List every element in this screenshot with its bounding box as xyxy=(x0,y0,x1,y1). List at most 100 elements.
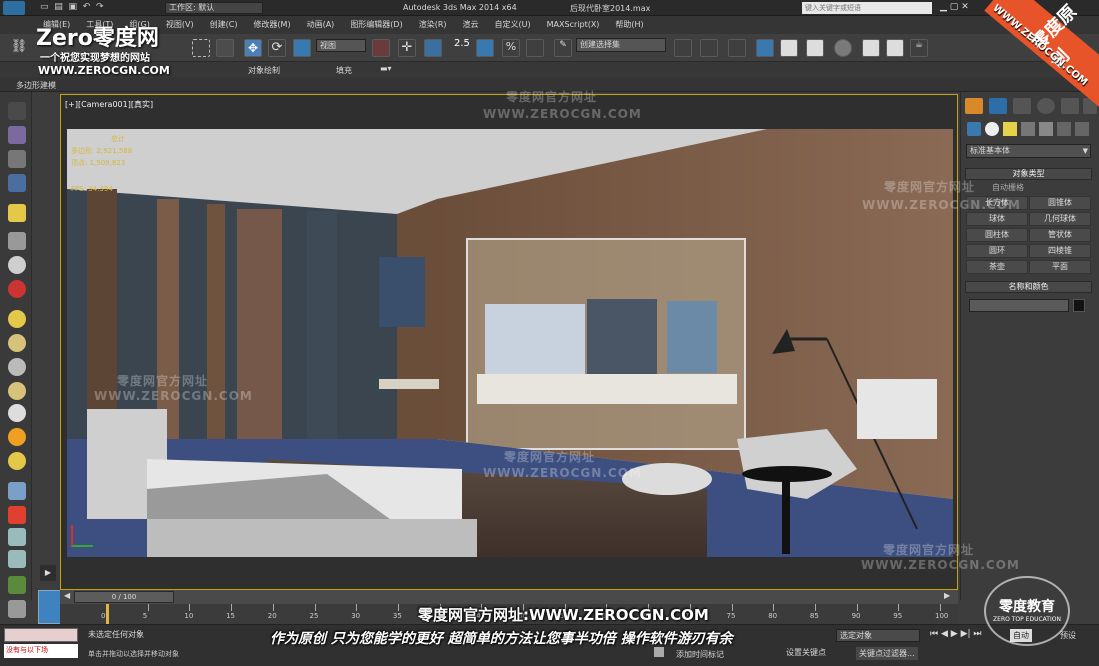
named-selection-dropdown[interactable]: 创建选择集 xyxy=(576,38,666,52)
object-type-rollout-header[interactable]: 对象类型 xyxy=(965,168,1092,180)
select-rotate-icon[interactable]: ⟳ xyxy=(268,39,286,57)
menu-item-10[interactable]: 自定义(U) xyxy=(487,17,539,32)
camera-viewport[interactable]: [+][Camera001][真实] 总计 多边形: 2,921,588 顶点:… xyxy=(60,94,958,590)
molecule-icon[interactable] xyxy=(8,528,26,546)
menu-item-9[interactable]: 渲云 xyxy=(455,17,487,32)
primitive-button-2[interactable]: 球体 xyxy=(966,212,1028,226)
crown-icon[interactable] xyxy=(8,382,26,400)
layer-manager-icon[interactable] xyxy=(728,39,746,57)
primitive-button-1[interactable]: 圆锥体 xyxy=(1029,196,1091,210)
primitive-button-6[interactable]: 圆环 xyxy=(966,244,1028,258)
lights-category-icon[interactable] xyxy=(1003,122,1017,136)
plant-icon[interactable] xyxy=(8,576,26,594)
ribbon-toggle-icon[interactable]: ▬▾ xyxy=(380,64,392,73)
select-link-icon[interactable]: ⛓ xyxy=(10,39,28,57)
name-color-rollout-header[interactable]: 名称和颜色 xyxy=(965,281,1092,293)
snap-toggle-icon[interactable] xyxy=(476,39,494,57)
save-file-icon[interactable]: ▣ xyxy=(69,2,78,12)
select-move-icon[interactable]: ✥ xyxy=(244,39,262,57)
close-icon[interactable]: ✕ xyxy=(961,2,969,12)
shader-ball-icon[interactable] xyxy=(8,358,26,376)
render-setup-icon[interactable] xyxy=(862,39,880,57)
menu-item-4[interactable]: 创建(C) xyxy=(202,17,246,32)
render-frame-icon[interactable] xyxy=(886,39,904,57)
primitive-button-9[interactable]: 平面 xyxy=(1029,260,1091,274)
play-icon[interactable]: ▶ xyxy=(951,629,958,639)
camera-icon[interactable] xyxy=(8,232,26,250)
select-scale-icon[interactable] xyxy=(293,39,311,57)
new-file-icon[interactable]: ▭ xyxy=(40,2,49,12)
menu-item-7[interactable]: 图形编辑器(D) xyxy=(342,17,410,32)
box-icon[interactable] xyxy=(8,310,26,328)
add-time-tag[interactable]: 添加时间标记 xyxy=(676,649,724,660)
undo-icon[interactable]: ↶ xyxy=(83,2,91,12)
lock-selection-icon[interactable] xyxy=(654,647,664,657)
time-configuration-button[interactable]: 预设 xyxy=(1060,630,1076,641)
time-slider-next-icon[interactable]: ▶ xyxy=(944,591,950,600)
viewport-label[interactable]: [+][Camera001][真实] xyxy=(65,99,153,110)
object-name-input[interactable] xyxy=(969,299,1069,312)
light-bulb-icon[interactable] xyxy=(8,204,26,222)
redo-icon[interactable]: ↷ xyxy=(96,2,104,12)
snap-value[interactable]: 2.5 xyxy=(454,38,470,49)
spacewarps-category-icon[interactable] xyxy=(1057,122,1071,136)
menu-item-5[interactable]: 修改器(M) xyxy=(245,17,298,32)
menu-item-3[interactable]: 视图(V) xyxy=(158,17,202,32)
material-editor-icon[interactable] xyxy=(834,39,852,57)
material-icon[interactable] xyxy=(8,126,26,144)
go-to-start-icon[interactable]: ⏮ xyxy=(930,629,938,639)
window-crossing-icon[interactable] xyxy=(216,39,234,57)
systems-category-icon[interactable] xyxy=(1075,122,1089,136)
selected-object-dropdown[interactable]: 选定对象 xyxy=(836,629,920,642)
snow-icon[interactable] xyxy=(8,482,26,500)
mirror-icon[interactable] xyxy=(674,39,692,57)
time-slider[interactable]: ◀ 0 / 100 ▶ xyxy=(60,590,958,604)
maxscript-listener[interactable] xyxy=(4,628,78,642)
primitive-button-4[interactable]: 圆柱体 xyxy=(966,228,1028,242)
reference-coordinate-dropdown[interactable]: 视图 xyxy=(316,39,366,52)
next-frame-icon[interactable]: ▶| xyxy=(961,629,971,639)
sphere-icon[interactable] xyxy=(8,256,26,274)
shapes-category-icon[interactable] xyxy=(985,122,999,136)
curve-editor-icon[interactable] xyxy=(780,39,798,57)
set-key-label[interactable]: 设置关键点 xyxy=(786,647,826,658)
ribbon-tab-object-paint[interactable]: 对象绘制 xyxy=(248,65,280,76)
align-icon[interactable] xyxy=(700,39,718,57)
object-color-swatch[interactable] xyxy=(1073,299,1085,312)
menu-item-8[interactable]: 渲染(R) xyxy=(411,17,455,32)
primitive-button-5[interactable]: 管状体 xyxy=(1029,228,1091,242)
helpers-category-icon[interactable] xyxy=(1039,122,1053,136)
previous-frame-icon[interactable]: ◀ xyxy=(941,629,948,639)
cone-icon[interactable] xyxy=(8,404,26,422)
gold-sphere-icon[interactable] xyxy=(8,452,26,470)
render-production-icon[interactable]: ☕ xyxy=(910,39,928,57)
workspace-dropdown[interactable]: 工作区: 默认 xyxy=(165,2,263,14)
quick-access-toolbar[interactable]: ▭ ▤ ▣ ↶ ↷ xyxy=(40,2,160,14)
manipulate-icon[interactable]: ✛ xyxy=(398,39,416,57)
time-slider-thumb[interactable]: 0 / 100 xyxy=(74,591,174,603)
keyboard-shortcut-icon[interactable] xyxy=(424,39,442,57)
percent-snap-icon[interactable]: % xyxy=(502,39,520,57)
pivot-center-icon[interactable] xyxy=(372,39,390,57)
primitive-button-8[interactable]: 茶壶 xyxy=(966,260,1028,274)
menu-item-11[interactable]: MAXScript(X) xyxy=(539,18,608,31)
teapot-icon[interactable] xyxy=(8,102,26,120)
geometry-category-icon[interactable] xyxy=(967,122,981,136)
ribbon-subtitle[interactable]: 多边形建模 xyxy=(16,80,56,91)
select-region-icon[interactable] xyxy=(192,39,210,57)
left-expand-button[interactable]: ▶ xyxy=(40,565,56,581)
time-slider-prev-icon[interactable]: ◀ xyxy=(64,591,70,600)
hex-icon[interactable] xyxy=(8,550,26,568)
spray-icon[interactable] xyxy=(8,506,26,524)
search-input[interactable]: 键入关键字或短语 xyxy=(802,2,932,14)
schematic-view-icon[interactable] xyxy=(806,39,824,57)
grid-icon[interactable] xyxy=(8,174,26,192)
primitive-type-dropdown[interactable]: 标准基本体 ▼ xyxy=(966,144,1091,158)
wrench-icon[interactable] xyxy=(8,600,26,618)
sun-icon[interactable] xyxy=(8,428,26,446)
maximize-icon[interactable]: ▢ xyxy=(950,2,959,12)
maxscript-output[interactable]: 没有与以下场 xyxy=(4,644,78,658)
open-file-icon[interactable]: ▤ xyxy=(54,2,63,12)
mini-listener-button[interactable] xyxy=(38,590,62,624)
app-logo[interactable] xyxy=(3,1,25,15)
